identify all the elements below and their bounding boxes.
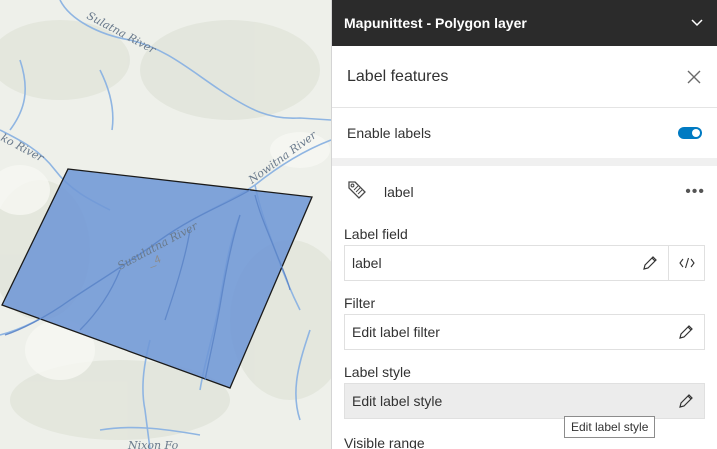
filter-input[interactable]: Edit label filter [344, 314, 705, 350]
filter-heading: Filter [344, 295, 376, 311]
enable-labels-row: Enable labels [332, 108, 717, 158]
label-class-name: label [384, 184, 414, 200]
label-style-input[interactable]: Edit label style [344, 383, 705, 419]
layer-header[interactable]: Mapunittest - Polygon layer [332, 0, 717, 46]
river-label-nixon: Nixon Fo [127, 439, 179, 449]
map-canvas: Sulatna River Nowitna River Susulatna Ri… [0, 0, 331, 449]
section-divider [332, 158, 717, 166]
label-field-heading: Label field [344, 226, 408, 242]
map-view[interactable]: Sulatna River Nowitna River Susulatna Ri… [0, 0, 331, 449]
code-icon[interactable] [668, 246, 704, 280]
pencil-icon[interactable] [668, 315, 704, 349]
toggle-knob [692, 129, 700, 137]
ellipsis-icon[interactable]: ••• [685, 183, 705, 201]
label-class-row[interactable]: label ••• [344, 166, 705, 218]
label-field-input[interactable]: label [344, 245, 705, 281]
tooltip: Edit label style [564, 416, 656, 438]
chevron-down-icon[interactable] [689, 15, 705, 31]
label-class-card: label ••• Label field label Filter Edit … [332, 166, 717, 449]
filter-value: Edit label filter [352, 324, 440, 340]
label-tag-icon [346, 179, 368, 206]
pencil-icon[interactable] [668, 384, 704, 418]
label-panel: Mapunittest - Polygon layer Label featur… [331, 0, 717, 449]
enable-labels-label: Enable labels [347, 125, 432, 141]
panel-header: Label features [332, 46, 717, 108]
close-icon[interactable] [686, 69, 702, 85]
layer-title: Mapunittest - Polygon layer [344, 15, 527, 31]
label-style-value: Edit label style [352, 393, 443, 409]
panel-title: Label features [347, 67, 449, 85]
label-field-value: label [352, 255, 382, 271]
enable-labels-toggle[interactable] [678, 127, 702, 139]
label-style-heading: Label style [344, 364, 411, 380]
pencil-icon[interactable] [632, 246, 668, 280]
